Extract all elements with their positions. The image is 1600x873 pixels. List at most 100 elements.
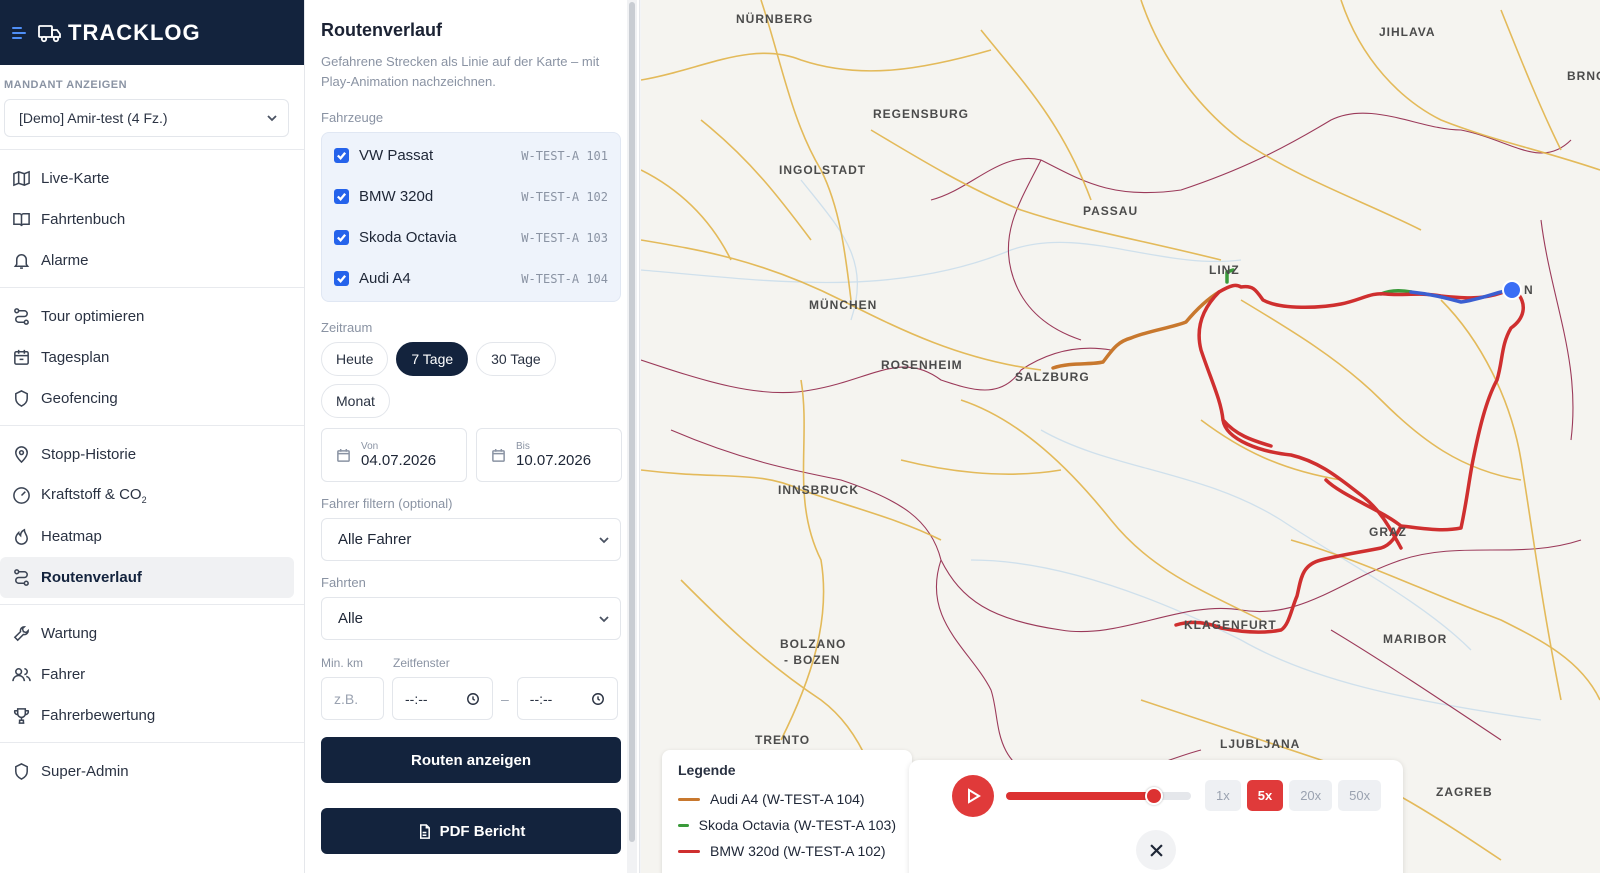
panel-description: Gefahrene Strecken als Linie auf der Kar… (321, 54, 600, 89)
time-from-input[interactable]: --:-- (392, 677, 493, 720)
zeitraum-label: Zeitraum (321, 320, 373, 335)
vehicle-checkbox[interactable] (334, 271, 349, 286)
min-km-input[interactable]: z.B. (321, 677, 384, 720)
nav-alarme[interactable]: Alarme (0, 240, 294, 281)
fahrten-select[interactable]: Alle (321, 597, 621, 640)
period-7-tage[interactable]: 7 Tage (396, 342, 469, 376)
menu-icon[interactable] (12, 26, 32, 39)
date-to-field[interactable]: Bis 10.07.2026 (476, 428, 622, 482)
date-from-label: Von (361, 441, 379, 452)
progress-slider[interactable] (1006, 787, 1191, 805)
vehicle-list: VW Passat W-TEST-A 101 BMW 320d W-TEST-A… (321, 132, 621, 302)
city-label: ROSENHEIM (881, 358, 963, 372)
legend-label: Skoda Octavia (W-TEST-A 103) (698, 817, 896, 833)
play-button[interactable] (952, 775, 994, 817)
nav-label: Stopp-Historie (41, 446, 137, 463)
close-player-button[interactable] (1136, 830, 1176, 870)
vehicle-item[interactable]: BMW 320d W-TEST-A 102 (322, 176, 620, 217)
time-from-value: --:-- (405, 690, 428, 707)
period-monat[interactable]: Monat (321, 384, 390, 418)
nav-label: Wartung (41, 625, 98, 642)
nav-fahrtenbuch[interactable]: Fahrtenbuch (0, 199, 294, 240)
pin-icon (15, 446, 28, 464)
chevron-down-icon (267, 115, 277, 122)
show-routes-label: Routen anzeigen (410, 751, 531, 769)
scrollbar-thumb[interactable] (629, 2, 635, 842)
nav-stopp-historie[interactable]: Stopp-Historie (0, 434, 294, 475)
main-nav: Live-Karte Fahrtenbuch Alarme Tour optim… (0, 149, 304, 798)
city-label: REGENSBURG (873, 107, 970, 121)
map-view[interactable]: NÜRNBERG JIHLAVA BRNO REGENSBURG INGOLST… (641, 0, 1600, 873)
fahrer-label: Fahrer filtern (optional) (321, 496, 453, 511)
sidebar: TRACKLOG MANDANT ANZEIGEN [Demo] Amir-te… (0, 0, 305, 873)
period-30-tage[interactable]: 30 Tage (476, 342, 556, 376)
vehicle-plate: W-TEST-A 102 (521, 189, 608, 204)
legend-swatch (678, 849, 700, 853)
city-label: TRENTO (755, 733, 811, 747)
legend-swatch (678, 823, 689, 827)
chevron-down-icon (599, 536, 609, 543)
time-to-input[interactable]: --:-- (516, 677, 618, 720)
nav-super-admin[interactable]: Super-Admin (0, 751, 294, 792)
route-icon (14, 569, 29, 586)
users-icon (12, 668, 31, 682)
nav-geofencing[interactable]: Geofencing (0, 378, 294, 419)
pdf-report-button[interactable]: PDF Bericht (321, 808, 621, 854)
nav-live-karte[interactable]: Live-Karte (0, 158, 294, 199)
city-label: - BOZEN (784, 653, 841, 667)
vehicles-label: Fahrzeuge (321, 110, 384, 125)
speed-1x-button[interactable]: 1x (1205, 780, 1241, 811)
app-title: TRACKLOG (68, 19, 201, 45)
panel-scrollbar[interactable] (627, 0, 637, 873)
legend-swatch (678, 797, 700, 801)
filter-labels: Min. km Zeitfenster (321, 656, 623, 670)
speed-5x-button[interactable]: 5x (1246, 780, 1284, 811)
nav-label: Geofencing (41, 390, 118, 407)
bell-icon (13, 254, 30, 269)
speed-20x-button[interactable]: 20x (1289, 780, 1333, 811)
city-label: KLAGENFURT (1184, 618, 1277, 632)
nav-wartung[interactable]: Wartung (0, 613, 294, 654)
fahrer-value: Alle Fahrer (338, 531, 412, 548)
nav-fahrer[interactable]: Fahrer (0, 654, 294, 695)
brand-header: TRACKLOG (0, 0, 304, 65)
city-label: NÜRNBERG (736, 12, 814, 26)
period-heute[interactable]: Heute (321, 342, 389, 376)
vehicle-item[interactable]: Audi A4 W-TEST-A 104 (322, 258, 620, 299)
speed-50x-button[interactable]: 50x (1338, 780, 1382, 811)
nav-label: Fahrtenbuch (41, 211, 126, 228)
calendar-icon (492, 448, 505, 462)
city-label: PASSAU (1083, 204, 1139, 218)
city-label: MARIBOR (1383, 632, 1448, 646)
check-icon (337, 275, 347, 283)
play-icon (968, 788, 981, 804)
route-audi-a4 (1051, 290, 1221, 370)
legend-item: Audi A4 (W-TEST-A 104) (678, 786, 896, 812)
calendar-icon (337, 448, 350, 462)
nav-tour-optimieren[interactable]: Tour optimieren (0, 296, 294, 337)
vehicle-item[interactable]: VW Passat W-TEST-A 101 (322, 135, 620, 176)
nav-fahrerbewertung[interactable]: Fahrerbewertung (0, 695, 294, 736)
vehicle-checkbox[interactable] (334, 148, 349, 163)
city-label: LJUBLJANA (1220, 737, 1301, 751)
vehicle-item[interactable]: Skoda Octavia W-TEST-A 103 (322, 217, 620, 258)
nav-label: Tour optimieren (41, 308, 145, 325)
date-from-field[interactable]: Von 04.07.2026 (321, 428, 467, 482)
progress-thumb[interactable] (1145, 787, 1163, 805)
nav-kraftstoff[interactable]: Kraftstoff & CO2 (0, 475, 294, 516)
nav-routenverlauf[interactable]: Routenverlauf (0, 557, 294, 598)
fahrer-select[interactable]: Alle Fahrer (321, 518, 621, 561)
pdf-report-label: PDF Bericht (439, 822, 526, 840)
city-label: LINZ (1209, 263, 1240, 277)
nav-label: Heatmap (41, 528, 102, 545)
show-routes-button[interactable]: Routen anzeigen (321, 737, 621, 783)
wrench-icon (13, 626, 29, 642)
nav-tagesplan[interactable]: Tagesplan (0, 337, 294, 378)
mandant-select[interactable]: [Demo] Amir-test (4 Fz.) (4, 99, 289, 137)
vehicle-checkbox[interactable] (334, 189, 349, 204)
fahrten-value: Alle (338, 610, 364, 627)
city-label: GRAZ (1369, 525, 1407, 539)
vehicle-checkbox[interactable] (334, 230, 349, 245)
nav-label: Fahrer (41, 666, 86, 683)
nav-heatmap[interactable]: Heatmap (0, 516, 294, 557)
